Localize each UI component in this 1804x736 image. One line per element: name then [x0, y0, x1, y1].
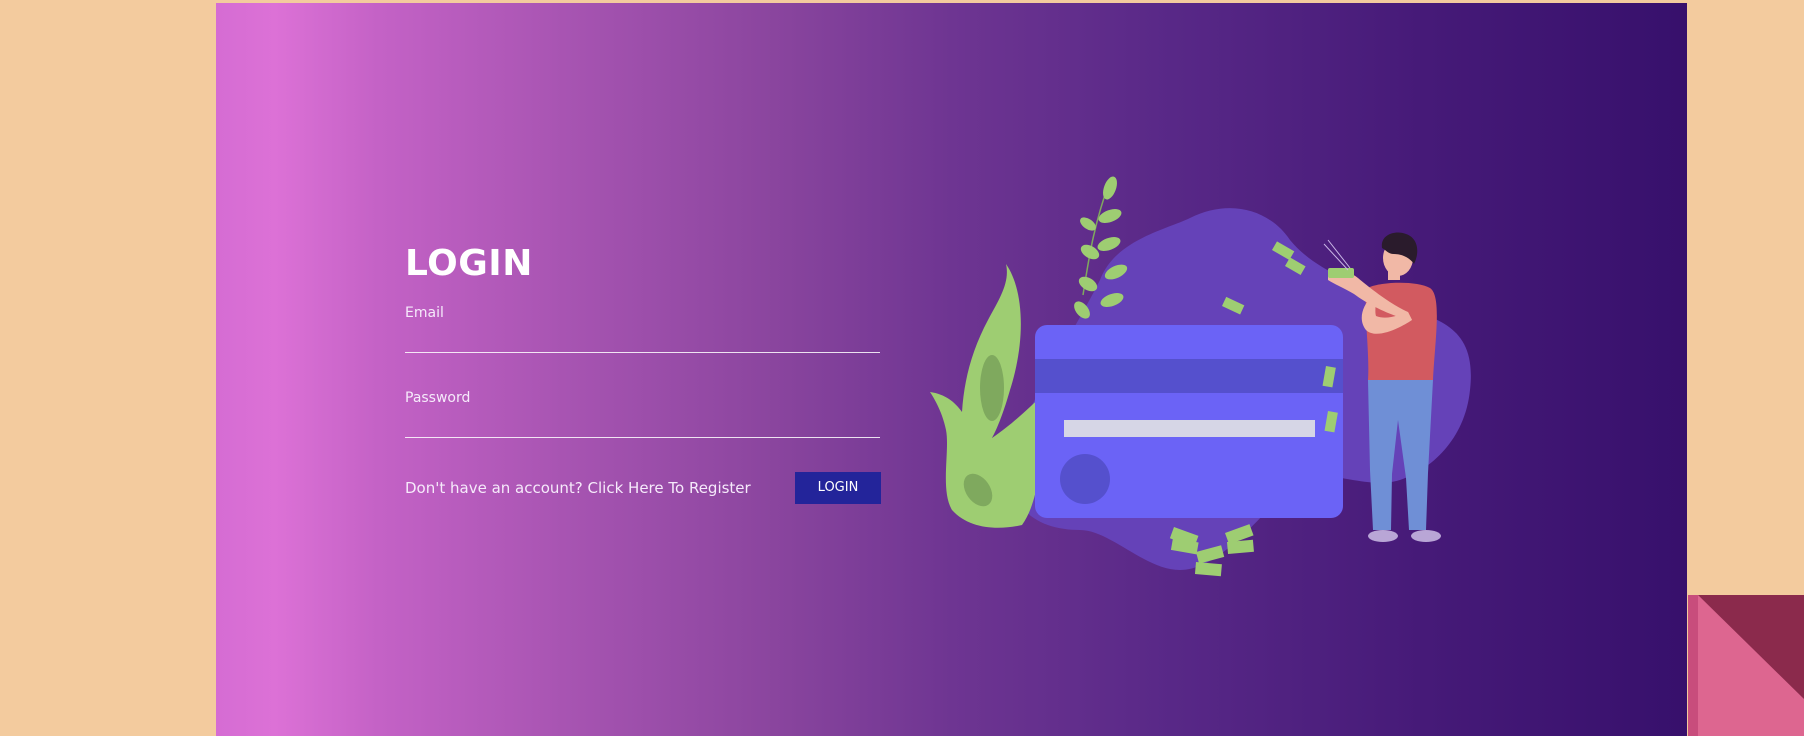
- page-title: LOGIN: [405, 243, 533, 284]
- plant-detail: [980, 355, 1004, 421]
- credit-card: [1035, 325, 1343, 518]
- register-link[interactable]: Don't have an account? Click Here To Reg…: [405, 478, 751, 498]
- corner-triangle-decoration: [1688, 595, 1804, 736]
- password-field[interactable]: [405, 409, 880, 438]
- email-field[interactable]: [405, 324, 880, 353]
- login-page: LOGIN Email Password Don't have an accou…: [0, 0, 1804, 736]
- email-label: Email: [405, 305, 444, 321]
- credit-card-money-illustration: [930, 176, 1471, 577]
- password-label: Password: [405, 390, 471, 406]
- login-button[interactable]: LOGIN: [795, 472, 881, 504]
